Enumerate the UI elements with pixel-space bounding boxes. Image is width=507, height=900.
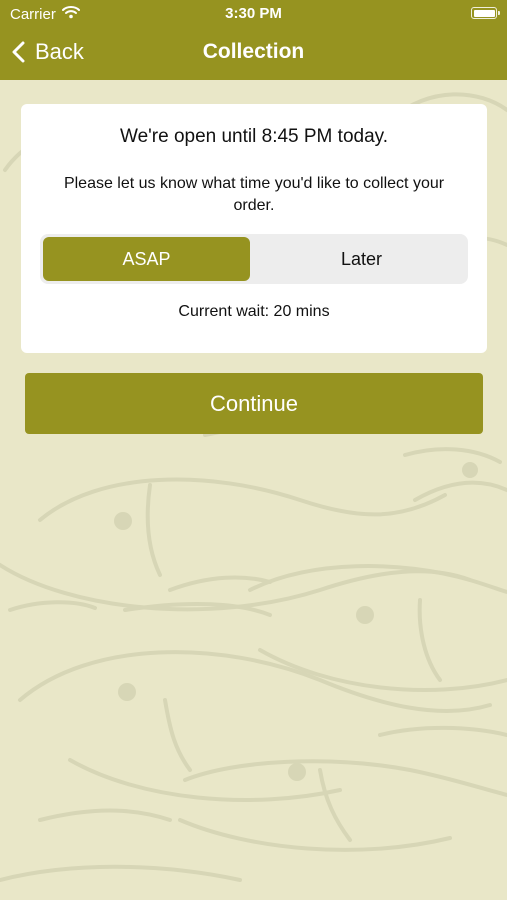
- collection-time-selector: ASAP Later: [40, 234, 468, 284]
- page-title: Collection: [202, 40, 305, 63]
- collection-instruction: Please let us know what time you'd like …: [63, 175, 445, 214]
- battery-icon: [471, 7, 500, 19]
- asap-option[interactable]: ASAP: [43, 237, 250, 281]
- current-wait-text: Current wait: 20 mins: [178, 303, 330, 320]
- status-bar: Carrier 3:30 PM: [0, 0, 507, 28]
- navigation-bar: Back Collection: [0, 30, 507, 74]
- later-option[interactable]: Later: [258, 237, 465, 281]
- status-time: 3:30 PM: [225, 5, 282, 22]
- collection-time-card: We're open until 8:45 PM today. Please l…: [21, 104, 487, 353]
- open-hours-text: We're open until 8:45 PM today.: [119, 126, 389, 147]
- continue-button[interactable]: Continue: [25, 373, 483, 434]
- header-bar: Carrier 3:30 PM Back Collection: [0, 0, 507, 80]
